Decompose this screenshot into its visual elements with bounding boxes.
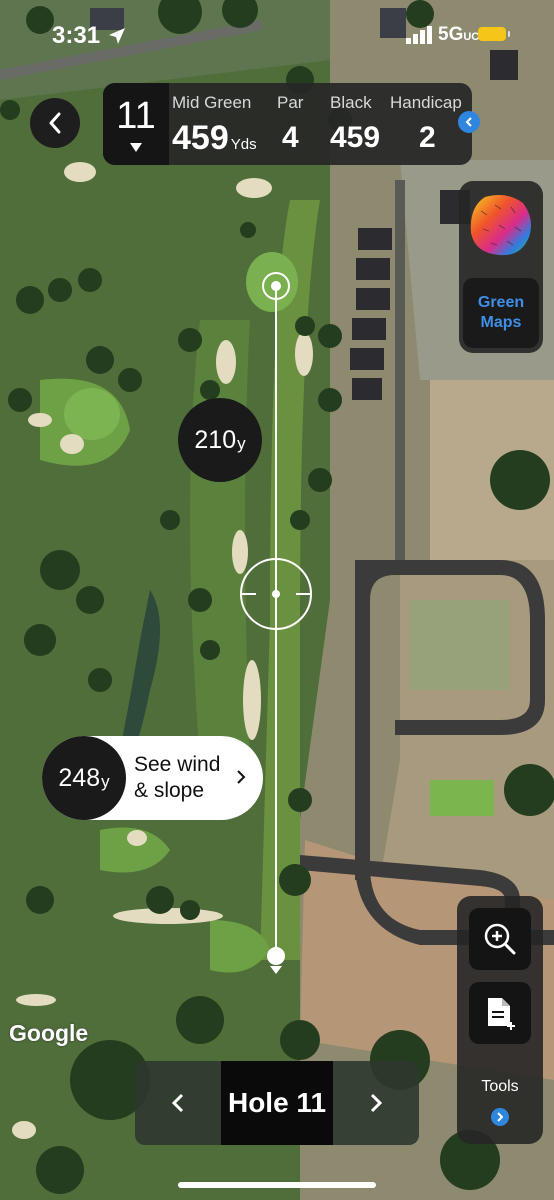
chevron-left-icon bbox=[172, 1093, 184, 1113]
green-maps-button[interactable]: Green Maps bbox=[463, 278, 539, 348]
battery-icon bbox=[478, 27, 510, 41]
hole-number: 11 bbox=[116, 95, 156, 137]
chevron-right-icon bbox=[497, 1112, 503, 1122]
zoom-in-icon bbox=[484, 923, 516, 955]
hole-info-bar: 11 Mid Green 459 Yds Par 4 Black 459 Hand… bbox=[103, 83, 472, 165]
tools-expand-button[interactable] bbox=[491, 1108, 509, 1126]
zoom-button[interactable] bbox=[469, 908, 531, 970]
par-label: Par bbox=[277, 93, 304, 112]
target-distance-bubble[interactable]: 210 y bbox=[178, 398, 262, 482]
par-value: 4 bbox=[282, 121, 299, 154]
location-arrow-icon bbox=[109, 28, 125, 44]
tools-label[interactable]: Tools bbox=[457, 1078, 543, 1096]
chevron-right-icon bbox=[237, 770, 246, 784]
signal-icon bbox=[406, 26, 432, 44]
network-type: 5GUC bbox=[438, 24, 480, 45]
status-time: 3:31 bbox=[52, 22, 101, 49]
scorecard-button[interactable] bbox=[469, 982, 531, 1044]
green-heatmap-icon[interactable] bbox=[467, 191, 535, 261]
google-attribution: Google bbox=[9, 1020, 89, 1046]
green-maps-panel: Green Maps bbox=[459, 181, 543, 353]
caret-down-icon bbox=[130, 143, 142, 152]
info-expand-button[interactable] bbox=[458, 111, 480, 133]
wind-slope-label: See wind & slope bbox=[134, 753, 221, 802]
chevron-left-icon bbox=[49, 112, 61, 134]
distance-label: Mid Green bbox=[172, 93, 252, 112]
document-add-icon bbox=[488, 998, 515, 1030]
handicap-value: 2 bbox=[419, 121, 436, 154]
hole-navigation: Hole 11 bbox=[135, 1061, 419, 1145]
current-hole-label[interactable]: Hole 11 bbox=[221, 1061, 333, 1145]
distance-value: 459 Yds bbox=[172, 119, 257, 157]
handicap-label: Handicap bbox=[390, 93, 462, 112]
tools-panel: Tools bbox=[457, 896, 543, 1144]
home-indicator[interactable] bbox=[178, 1182, 376, 1188]
chevron-left-icon bbox=[465, 117, 472, 127]
status-bar: 3:31 5GUC bbox=[0, 0, 554, 70]
wind-slope-pill[interactable]: 248 y See wind & slope bbox=[42, 736, 263, 820]
chevron-right-icon bbox=[370, 1093, 382, 1113]
back-button[interactable] bbox=[30, 98, 80, 148]
aim-target-reticle[interactable] bbox=[240, 558, 312, 630]
next-hole-button[interactable] bbox=[333, 1061, 419, 1145]
tee-distance-bubble: 248 y bbox=[42, 736, 126, 820]
previous-hole-button[interactable] bbox=[135, 1061, 221, 1145]
tee-label: Black bbox=[330, 93, 372, 112]
hole-selector[interactable]: 11 bbox=[103, 83, 169, 165]
tee-value: 459 bbox=[330, 121, 381, 154]
